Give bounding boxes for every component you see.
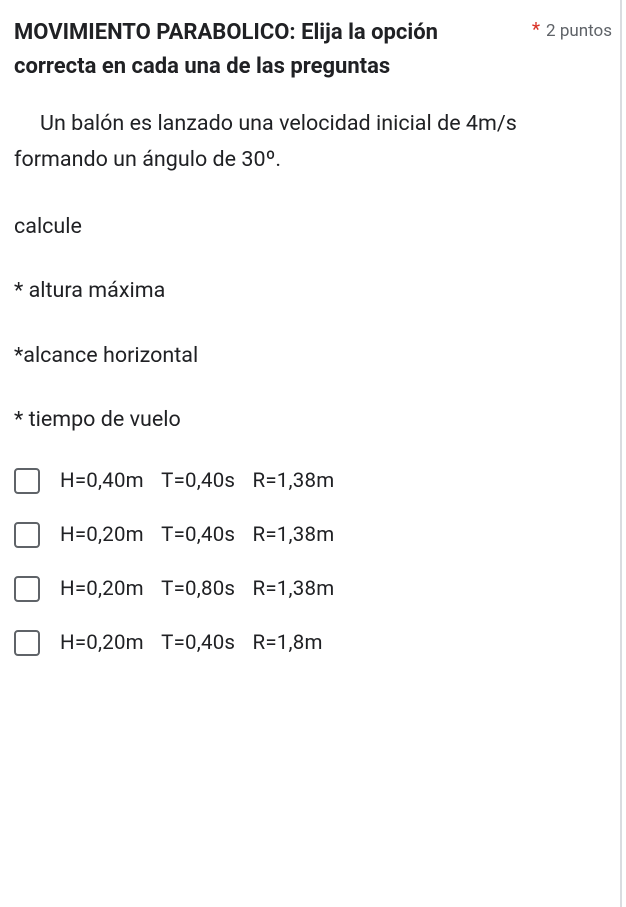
required-asterisk: *	[532, 18, 540, 41]
calc-item-1: * altura máxima	[14, 275, 612, 307]
question-title: MOVIMIENTO PARABOLICO: Elija la opción c…	[14, 16, 532, 84]
option-row[interactable]: H=0,40m T=0,40s R=1,38m	[14, 468, 612, 494]
option-label: H=0,20m T=0,80s R=1,38m	[60, 577, 346, 601]
card-right-border	[620, 0, 622, 907]
calc-label: calcule	[14, 211, 612, 243]
option-label: H=0,40m T=0,40s R=1,38m	[60, 469, 346, 493]
option-row[interactable]: H=0,20m T=0,40s R=1,8m	[14, 630, 612, 656]
option-row[interactable]: H=0,20m T=0,40s R=1,38m	[14, 522, 612, 548]
option-label: H=0,20m T=0,40s R=1,38m	[60, 523, 346, 547]
points-wrap: * 2 puntos	[532, 16, 612, 41]
checkbox[interactable]	[14, 576, 40, 602]
calc-item-2: *alcance horizontal	[14, 340, 612, 372]
options-list: H=0,40m T=0,40s R=1,38m H=0,20m T=0,40s …	[14, 468, 612, 656]
checkbox[interactable]	[14, 630, 40, 656]
points-label: 2 puntos	[546, 21, 612, 41]
calc-item-3: * tiempo de vuelo	[14, 404, 612, 436]
question-header: MOVIMIENTO PARABOLICO: Elija la opción c…	[14, 16, 612, 84]
question-paragraph: Un balón es lanzado una velocidad inicia…	[14, 111, 517, 171]
question-body: Un balón es lanzado una velocidad inicia…	[14, 106, 612, 177]
option-row[interactable]: H=0,20m T=0,80s R=1,38m	[14, 576, 612, 602]
option-label: H=0,20m T=0,40s R=1,8m	[60, 631, 335, 655]
checkbox[interactable]	[14, 522, 40, 548]
checkbox[interactable]	[14, 468, 40, 494]
